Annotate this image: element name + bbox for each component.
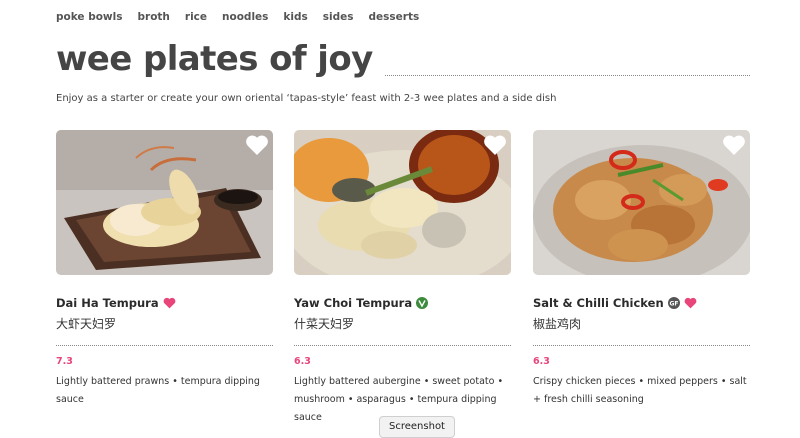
title-divider <box>384 75 750 76</box>
nav-sides[interactable]: sides <box>323 11 354 23</box>
screenshot-button[interactable]: Screenshot <box>379 416 455 438</box>
dish-description: Lightly battered prawns • tempura dippin… <box>56 376 260 405</box>
nav-kids[interactable]: kids <box>283 11 307 23</box>
dish-name[interactable]: Salt & Chilli Chicken <box>533 296 664 310</box>
favorite-heart-icon[interactable] <box>483 134 507 156</box>
card-divider <box>533 345 750 346</box>
vegan-icon <box>416 294 429 313</box>
title-row: wee plates of joy <box>56 38 750 80</box>
dish-photo <box>56 130 273 275</box>
dish-chinese-name: 椒盐鸡肉 <box>533 317 582 331</box>
heart-icon <box>163 294 176 313</box>
dish-name[interactable]: Yaw Choi Tempura <box>294 296 412 310</box>
dish-price: 6.3 <box>533 356 550 367</box>
nav-noodles[interactable]: noodles <box>222 11 268 23</box>
dish-description: Crispy chicken pieces • mixed peppers • … <box>533 376 747 405</box>
nav-broth[interactable]: broth <box>138 11 170 23</box>
dish-chinese-name: 什菜天妇罗 <box>294 317 355 331</box>
dish-photo <box>294 130 511 275</box>
page-title: wee plates of joy <box>56 39 373 79</box>
heart-icon <box>684 294 697 313</box>
nav-poke-bowls[interactable]: poke bowls <box>56 11 123 23</box>
category-nav: poke bowls broth rice noodles kids sides… <box>56 11 419 23</box>
dish-name-row: Dai Ha Tempura <box>56 295 273 311</box>
nav-desserts[interactable]: desserts <box>369 11 420 23</box>
dish-name-row: Salt & Chilli Chicken GF <box>533 295 750 311</box>
gluten-free-icon: GF <box>667 294 680 313</box>
dish-price: 7.3 <box>56 356 73 367</box>
dish-photo <box>533 130 750 275</box>
dish-name-row: Yaw Choi Tempura <box>294 295 511 311</box>
menu-card-yaw-choi-tempura: Yaw Choi Tempura 什菜天妇罗 6.3 Lightly batte… <box>294 130 511 427</box>
nav-rice[interactable]: rice <box>185 11 207 23</box>
favorite-heart-icon[interactable] <box>722 134 746 156</box>
dish-price: 6.3 <box>294 356 311 367</box>
card-divider <box>56 345 273 346</box>
favorite-heart-icon[interactable] <box>245 134 269 156</box>
menu-card-salt-chilli-chicken: Salt & Chilli Chicken GF 椒盐鸡肉 6.3 Crispy… <box>533 130 750 409</box>
dish-name[interactable]: Dai Ha Tempura <box>56 296 159 310</box>
gf-label: GF <box>669 300 678 307</box>
dish-chinese-name: 大虾天妇罗 <box>56 317 117 331</box>
intro-text: Enjoy as a starter or create your own or… <box>56 93 557 104</box>
card-divider <box>294 345 511 346</box>
menu-card-dai-ha-tempura: Dai Ha Tempura 大虾天妇罗 7.3 Lightly battere… <box>56 130 273 409</box>
